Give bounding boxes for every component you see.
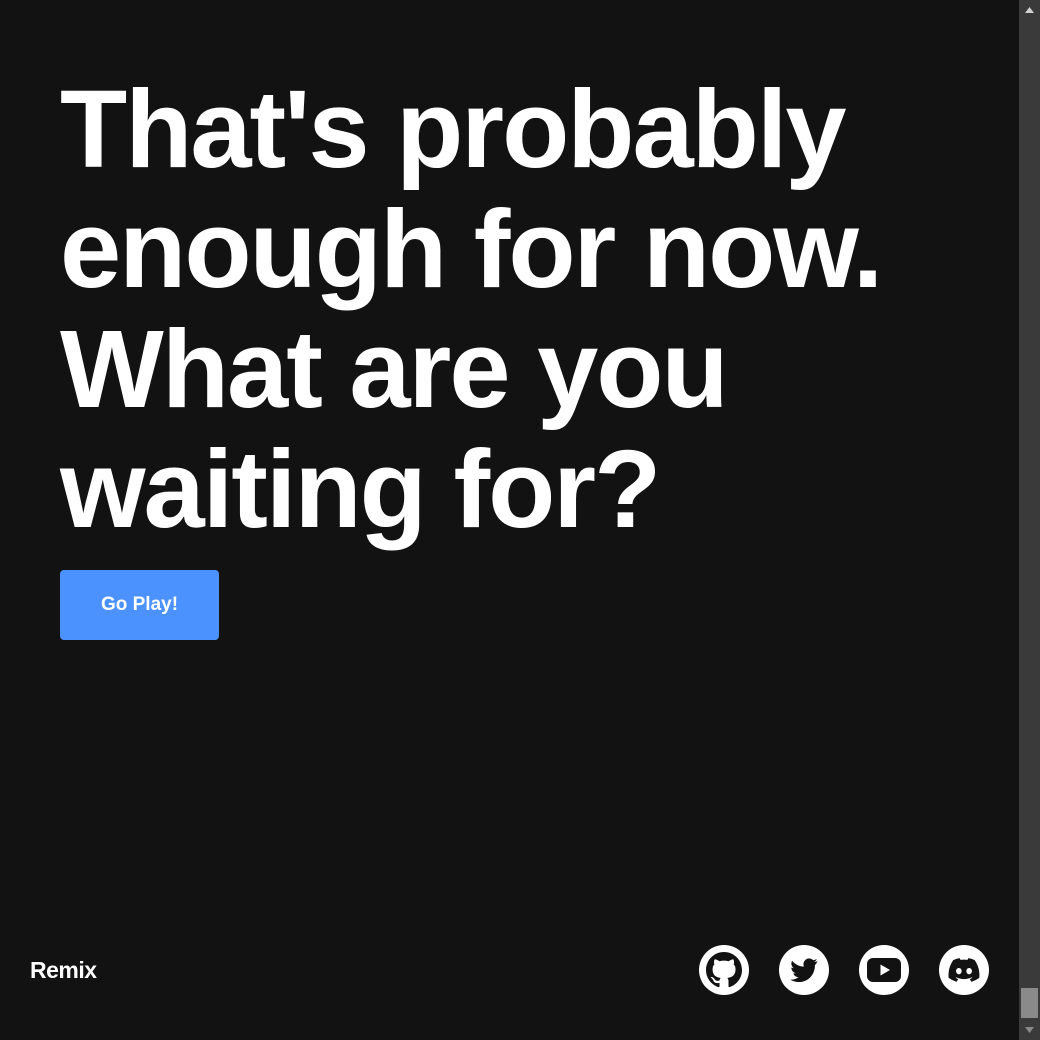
- youtube-link[interactable]: [859, 945, 909, 995]
- scrollbar-thumb[interactable]: [1021, 988, 1038, 1018]
- remix-logo[interactable]: Remix: [30, 958, 97, 982]
- scroll-down-arrow-icon[interactable]: [1019, 1020, 1040, 1040]
- headline-line: That's probably: [60, 68, 847, 191]
- github-link[interactable]: [699, 945, 749, 995]
- headline-line: waiting for?: [60, 428, 661, 551]
- scroll-up-arrow-icon[interactable]: [1019, 0, 1040, 20]
- main-content: That's probably enough for now. What are…: [0, 0, 1019, 1040]
- twitter-link[interactable]: [779, 945, 829, 995]
- page: That's probably enough for now. What are…: [0, 0, 1040, 1040]
- headline: That's probably enough for now. What are…: [60, 70, 1000, 550]
- go-play-button[interactable]: Go Play!: [60, 570, 219, 640]
- discord-link[interactable]: [939, 945, 989, 995]
- github-icon: [706, 952, 742, 988]
- footer: Remix: [0, 940, 1019, 1000]
- discord-icon: [948, 958, 980, 982]
- headline-line: What are you: [60, 308, 729, 431]
- youtube-icon: [867, 958, 901, 982]
- vertical-scrollbar[interactable]: [1019, 0, 1040, 1040]
- headline-line: enough for now.: [60, 188, 883, 311]
- twitter-icon: [790, 958, 818, 982]
